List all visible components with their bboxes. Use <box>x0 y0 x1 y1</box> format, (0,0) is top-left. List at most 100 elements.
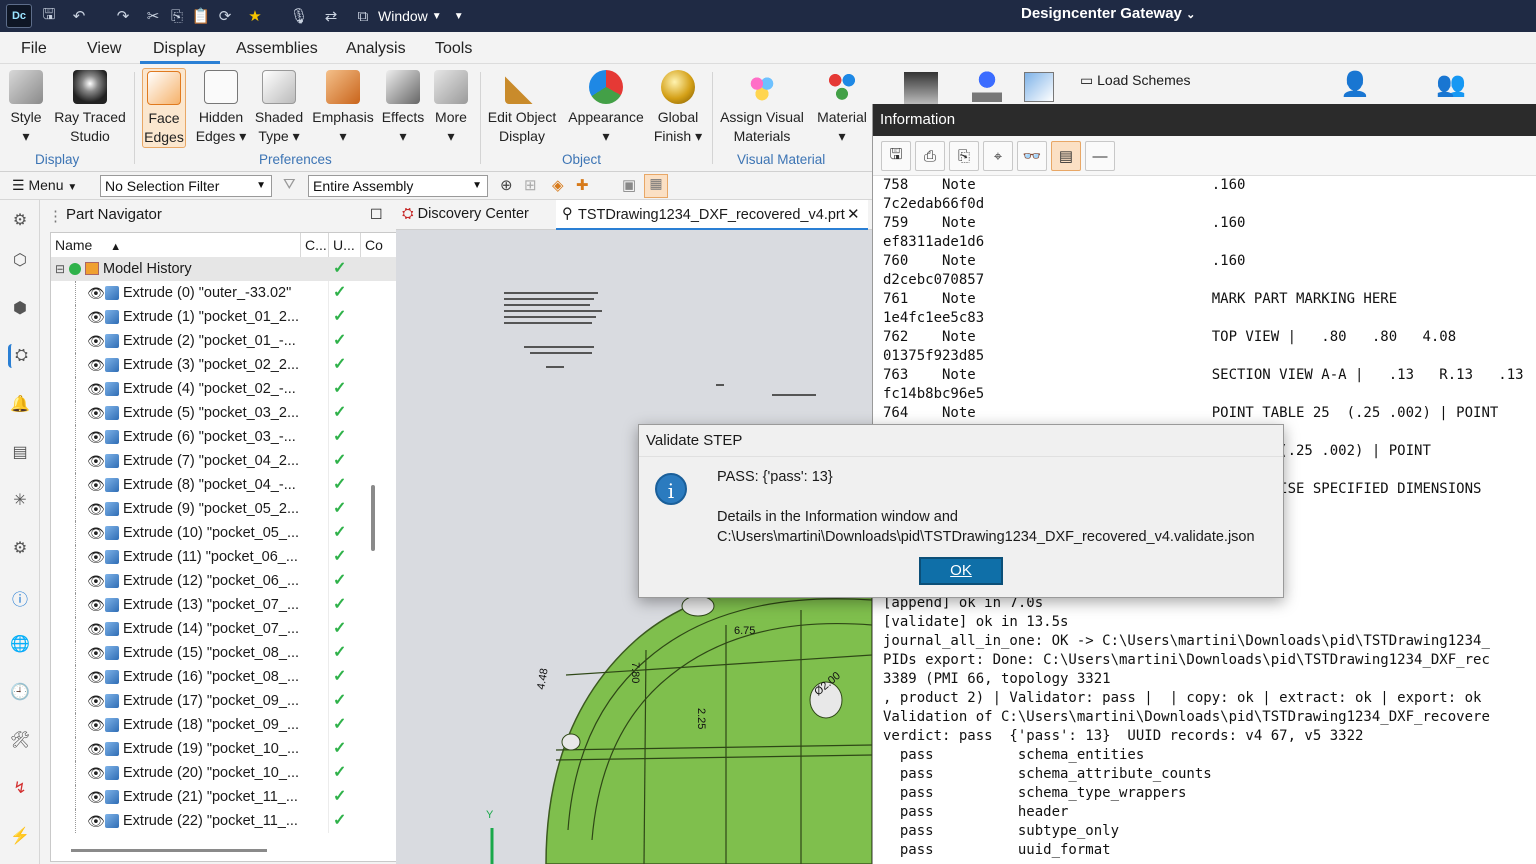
eye-visibility-icon[interactable]: 👁 <box>87 449 105 473</box>
cut-icon[interactable]: ✂ <box>142 4 164 28</box>
table-row[interactable]: 👁 Extrude (12) "pocket_06_... ✓ <box>51 569 397 593</box>
find-binoculars-icon[interactable]: 👓 <box>1017 141 1047 171</box>
table-row[interactable]: 👁 Extrude (14) "pocket_07_... ✓ <box>51 617 397 641</box>
table-row[interactable]: 👁 Extrude (3) "pocket_02_2... ✓ <box>51 353 397 377</box>
selection-filter-select[interactable]: No Selection Filter ▼ <box>100 175 272 197</box>
eye-visibility-icon[interactable]: 👁 <box>87 305 105 329</box>
analysis-icon[interactable]: ↯ <box>8 776 32 800</box>
eye-visibility-icon[interactable]: 👁 <box>87 785 105 809</box>
appearance-button[interactable]: Appearance ▾ <box>568 68 644 152</box>
info-broadcast-icon[interactable]: ⓘ <box>8 586 32 610</box>
menu-button[interactable]: ☰ Menu ▼ <box>12 177 77 194</box>
grip-icon[interactable]: ⋮ <box>48 207 63 225</box>
table-row[interactable]: 👁 Extrude (16) "pocket_08_... ✓ <box>51 665 397 689</box>
table-row[interactable]: 👁 Extrude (13) "pocket_07_... ✓ <box>51 593 397 617</box>
favorites-star-icon[interactable]: ★ <box>244 4 266 28</box>
save-icon[interactable]: 🖫 <box>38 4 60 28</box>
image-capture-icon[interactable] <box>1024 72 1054 102</box>
measure-icon[interactable]: ⚡ <box>8 824 32 848</box>
eye-visibility-icon[interactable]: 👁 <box>87 545 105 569</box>
table-row[interactable]: 👁 Extrude (7) "pocket_04_2... ✓ <box>51 449 397 473</box>
gear-icon[interactable]: ⚙ <box>8 208 32 232</box>
close-icon[interactable]: ✕ <box>847 205 860 223</box>
table-row[interactable]: 👁 Extrude (6) "pocket_03_-... ✓ <box>51 425 397 449</box>
background-icon[interactable] <box>904 72 938 104</box>
eye-visibility-icon[interactable]: 👁 <box>87 401 105 425</box>
eye-visibility-icon[interactable]: 👁 <box>87 737 105 761</box>
customize-qat-icon[interactable]: ▼ <box>454 11 464 22</box>
column-current[interactable]: C... <box>301 233 329 257</box>
table-row[interactable]: 👁 Extrude (9) "pocket_05_2... ✓ <box>51 497 397 521</box>
eye-visibility-icon[interactable]: 👁 <box>87 377 105 401</box>
scope-select[interactable]: Entire Assembly ▼ <box>308 175 488 197</box>
eye-visibility-icon[interactable]: 👁 <box>87 593 105 617</box>
table-row[interactable]: 👁 Extrude (17) "pocket_09_... ✓ <box>51 689 397 713</box>
global-finish-button[interactable]: Global Finish ▾ <box>652 68 704 152</box>
repeat-command-icon[interactable]: ⟳ <box>214 4 236 28</box>
hd3d-tools-icon[interactable]: ✳ <box>8 488 32 512</box>
assembly-select-icon[interactable]: ▦ <box>644 174 668 198</box>
eye-visibility-icon[interactable]: 👁 <box>87 473 105 497</box>
copy-icon[interactable]: ⎘ <box>166 4 188 28</box>
tab-discovery-center[interactable]: ⛭ Discovery Center <box>402 206 529 222</box>
eye-visibility-icon[interactable]: 👁 <box>87 641 105 665</box>
microphone-icon[interactable]: 🎙 <box>288 4 310 28</box>
solid-body-icon[interactable]: ▣ <box>622 176 636 194</box>
vertical-scrollbar[interactable] <box>371 485 375 551</box>
copy-icon[interactable]: ⎘ <box>949 141 979 171</box>
table-row[interactable]: 👁 Extrude (4) "pocket_02_-... ✓ <box>51 377 397 401</box>
notification-bell-icon[interactable]: 🔔 <box>8 392 32 416</box>
table-row[interactable]: 👁 Extrude (18) "pocket_09_... ✓ <box>51 713 397 737</box>
history-clock-icon[interactable]: 🕘 <box>8 680 32 704</box>
tab-assemblies[interactable]: Assemblies <box>236 40 318 58</box>
eye-visibility-icon[interactable]: 👁 <box>87 353 105 377</box>
window-menu[interactable]: Window ▼ ▼ <box>378 4 464 28</box>
tab-analysis[interactable]: Analysis <box>346 40 406 58</box>
select-cursor-icon[interactable]: ⊕ <box>500 176 513 194</box>
column-comment[interactable]: Co <box>361 233 387 257</box>
eye-visibility-icon[interactable]: 👁 <box>87 761 105 785</box>
touch-mode-icon[interactable]: ⇄ <box>320 4 342 28</box>
table-row[interactable]: 👁 Extrude (10) "pocket_05_... ✓ <box>51 521 397 545</box>
print-icon[interactable]: ⎙ <box>915 141 945 171</box>
table-row[interactable]: 👁 Extrude (21) "pocket_11_... ✓ <box>51 785 397 809</box>
globe-icon[interactable]: 🌐 <box>8 632 32 656</box>
table-row[interactable]: 👁 Extrude (2) "pocket_01_-... ✓ <box>51 329 397 353</box>
eye-visibility-icon[interactable]: 👁 <box>87 617 105 641</box>
table-row[interactable]: 👁 Extrude (11) "pocket_06_... ✓ <box>51 545 397 569</box>
table-row[interactable]: 👁 Extrude (1) "pocket_01_2... ✓ <box>51 305 397 329</box>
eye-visibility-icon[interactable]: 👁 <box>87 521 105 545</box>
eye-visibility-icon[interactable]: 👁 <box>87 665 105 689</box>
table-row[interactable]: 👁 Extrude (0) "outer_-33.02" ✓ <box>51 281 397 305</box>
constraint-navigator-icon[interactable]: ⬢ <box>8 296 32 320</box>
filter-icon[interactable]: ⛛ <box>283 176 296 193</box>
tab-display[interactable]: Display <box>153 40 205 58</box>
tab-tools[interactable]: Tools <box>435 40 472 58</box>
web-browser-icon[interactable]: ⚙ <box>8 536 32 560</box>
ray-traced-studio-button[interactable]: Ray Traced Studio <box>54 68 126 152</box>
paste-icon[interactable]: 📋 <box>190 4 212 28</box>
load-schemes-button[interactable]: ▭ Load Schemes <box>1080 72 1191 89</box>
eye-visibility-icon[interactable]: 👁 <box>87 281 105 305</box>
column-uptodate[interactable]: U... <box>329 233 361 257</box>
highlight-icon[interactable]: ⌖ <box>983 141 1013 171</box>
style-button[interactable]: Style ▾ <box>4 68 48 152</box>
eye-visibility-icon[interactable]: 👁 <box>87 329 105 353</box>
table-row[interactable]: 👁 Extrude (8) "pocket_04_-... ✓ <box>51 473 397 497</box>
eye-visibility-icon[interactable]: 👁 <box>87 809 105 833</box>
eye-visibility-icon[interactable]: 👁 <box>87 497 105 521</box>
eye-visibility-icon[interactable]: 👁 <box>87 569 105 593</box>
table-row[interactable]: 👁 Extrude (15) "pocket_08_... ✓ <box>51 641 397 665</box>
snap-point-icon[interactable]: ✚ <box>576 176 589 194</box>
table-row[interactable]: 👁 Extrude (20) "pocket_10_... ✓ <box>51 761 397 785</box>
assign-visual-materials-button[interactable]: Assign Visual Materials <box>720 68 804 152</box>
effects-button[interactable]: Effects ▾ <box>380 68 426 152</box>
hidden-edges-button[interactable]: Hidden Edges ▾ <box>194 68 248 152</box>
edit-object-display-button[interactable]: Edit Object Display <box>486 68 558 152</box>
eye-visibility-icon[interactable]: 👁 <box>87 689 105 713</box>
shaded-type-button[interactable]: Shaded Type ▾ <box>254 68 304 152</box>
part-navigator-icon[interactable]: ⛭ <box>8 344 32 368</box>
tab-view[interactable]: View <box>87 40 121 58</box>
face-edges-button[interactable]: Face Edges <box>142 68 186 148</box>
tab-part-file[interactable]: ⚲ TSTDrawing1234_DXF_recovered_v4.prt ✕ <box>556 200 868 230</box>
